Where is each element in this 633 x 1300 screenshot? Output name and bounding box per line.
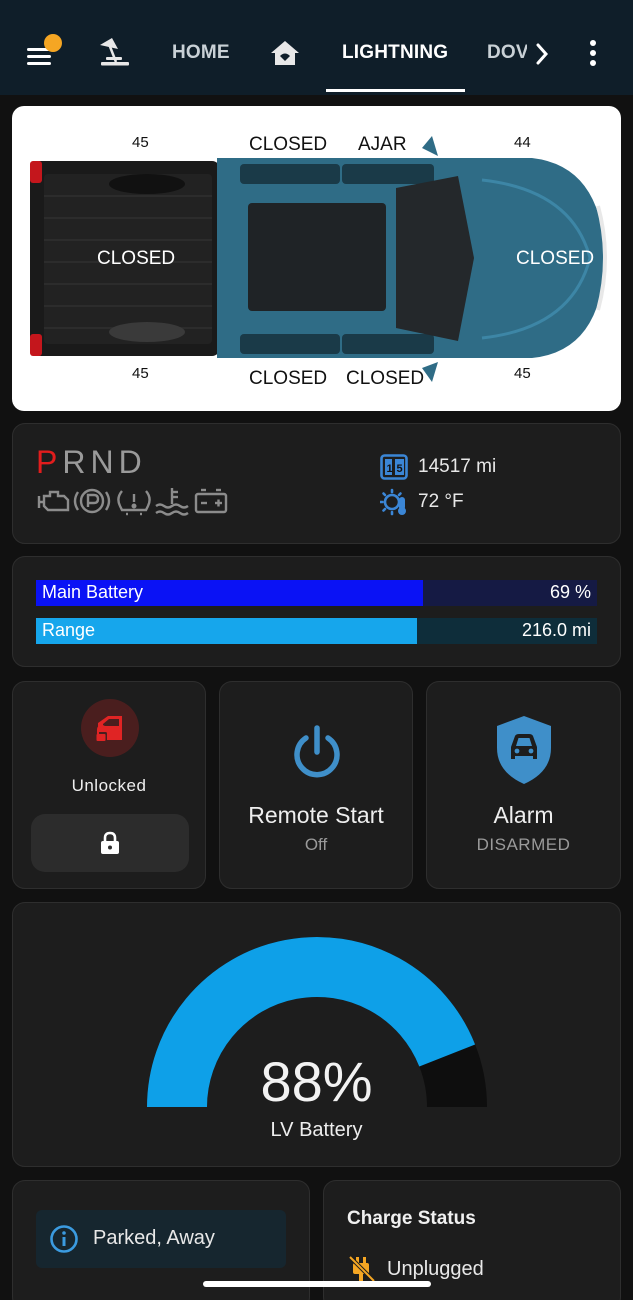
warning-indicators [36, 484, 232, 518]
battery-warning-icon [194, 488, 228, 514]
top-app-bar: HOME LIGHTNING DOV [0, 0, 633, 95]
beach-umbrella-icon [100, 38, 129, 66]
lv-battery-label: LV Battery [270, 1119, 363, 1141]
door-front-right-status: CLOSED [346, 368, 425, 389]
tab-home-label: HOME [172, 42, 230, 63]
range-value: 216.0 mi [521, 620, 591, 640]
tab-dov-label: DOV [487, 42, 527, 63]
parked-status-chip: Parked, Away [36, 1210, 286, 1268]
remote-start-tile[interactable]: Remote Start Off [219, 681, 413, 889]
more-vert-icon [590, 40, 596, 66]
outside-temp-row: 72 °F [380, 488, 464, 516]
battery-bars-card[interactable] [12, 556, 621, 667]
charge-status-title: Charge Status [347, 1208, 476, 1229]
alarm-title: Alarm [493, 802, 554, 828]
charge-status-state: Unplugged [387, 1258, 484, 1280]
tab-home[interactable]: HOME [172, 36, 230, 70]
door-rear-left-status: CLOSED [249, 134, 328, 155]
outside-temperature-icon [380, 488, 406, 516]
power-icon [294, 725, 340, 778]
lock-button[interactable] [31, 814, 189, 872]
chevron-right-icon [536, 43, 549, 65]
odometer-icon: 1 5 [380, 454, 408, 480]
remote-start-title: Remote Start [248, 802, 384, 828]
alarm-state: DISARMED [476, 835, 571, 854]
overflow-menu-button[interactable] [580, 36, 606, 70]
padlock-icon [101, 831, 119, 854]
car-door-unlocked-icon [95, 716, 122, 742]
tab-house[interactable] [268, 36, 306, 70]
tab-dov[interactable]: DOV [487, 36, 527, 70]
active-tab-indicator [326, 89, 465, 92]
door-unlocked-icon-badge [81, 699, 139, 757]
odometer-row: 1 5 14517 mi [380, 454, 496, 480]
lock-tile[interactable]: Unlocked [12, 681, 206, 889]
door-front-left-status: AJAR [358, 134, 407, 155]
truck-overview-card[interactable]: 45 CLOSED AJAR 44 CLOSED CLOSED 45 CLOSE… [12, 106, 621, 411]
tire-pressure-front-right: 45 [514, 365, 531, 382]
gear-selector-display: PRND [36, 444, 147, 481]
notification-badge [44, 34, 62, 52]
parking-brake-icon [73, 488, 111, 514]
range-bar: Range 216.0 mi [36, 618, 597, 644]
tab-lightning-label: LIGHTNING [342, 42, 449, 63]
tab-beach[interactable] [96, 36, 136, 70]
tire-pressure-rear-right: 45 [132, 365, 149, 382]
alarm-tile[interactable]: Alarm DISARMED [426, 681, 621, 889]
security-shield-car-icon [497, 716, 551, 784]
svg-text:1: 1 [387, 463, 393, 475]
tire-pressure-warning-icon [117, 490, 151, 516]
engine-icon [37, 490, 70, 512]
tire-pressure-rear-left: 45 [132, 134, 149, 151]
odometer-value: 14517 mi [418, 456, 497, 477]
unplugged-icon [348, 1255, 376, 1283]
lv-battery-card[interactable]: 88% LV Battery [12, 902, 621, 1167]
main-battery-label: Main Battery [42, 582, 144, 602]
lv-battery-value: 88% [260, 1050, 373, 1113]
coolant-temperature-icon [155, 488, 189, 516]
main-battery-bar: Main Battery 69 % [36, 580, 597, 606]
gear-rnd: RND [62, 444, 147, 480]
tab-lightning[interactable]: LIGHTNING [342, 36, 448, 70]
tire-pressure-front-left: 44 [514, 134, 531, 151]
parked-status-text: Parked, Away [93, 1227, 215, 1249]
home-indicator[interactable] [203, 1281, 431, 1287]
frunk-status: CLOSED [516, 248, 595, 269]
gear-park: P [36, 444, 63, 480]
door-rear-right-status: CLOSED [249, 368, 328, 389]
tailgate-status: CLOSED [97, 248, 176, 269]
svg-text:5: 5 [397, 463, 403, 475]
remote-start-state: Off [304, 835, 328, 854]
info-icon [50, 1225, 78, 1253]
outside-temperature-value: 72 °F [418, 491, 464, 512]
main-battery-value: 69 % [549, 582, 591, 602]
lock-status-text: Unlocked [71, 776, 147, 795]
range-label: Range [42, 620, 96, 640]
scroll-tabs-right-button[interactable] [530, 40, 554, 68]
house-icon [271, 41, 299, 65]
